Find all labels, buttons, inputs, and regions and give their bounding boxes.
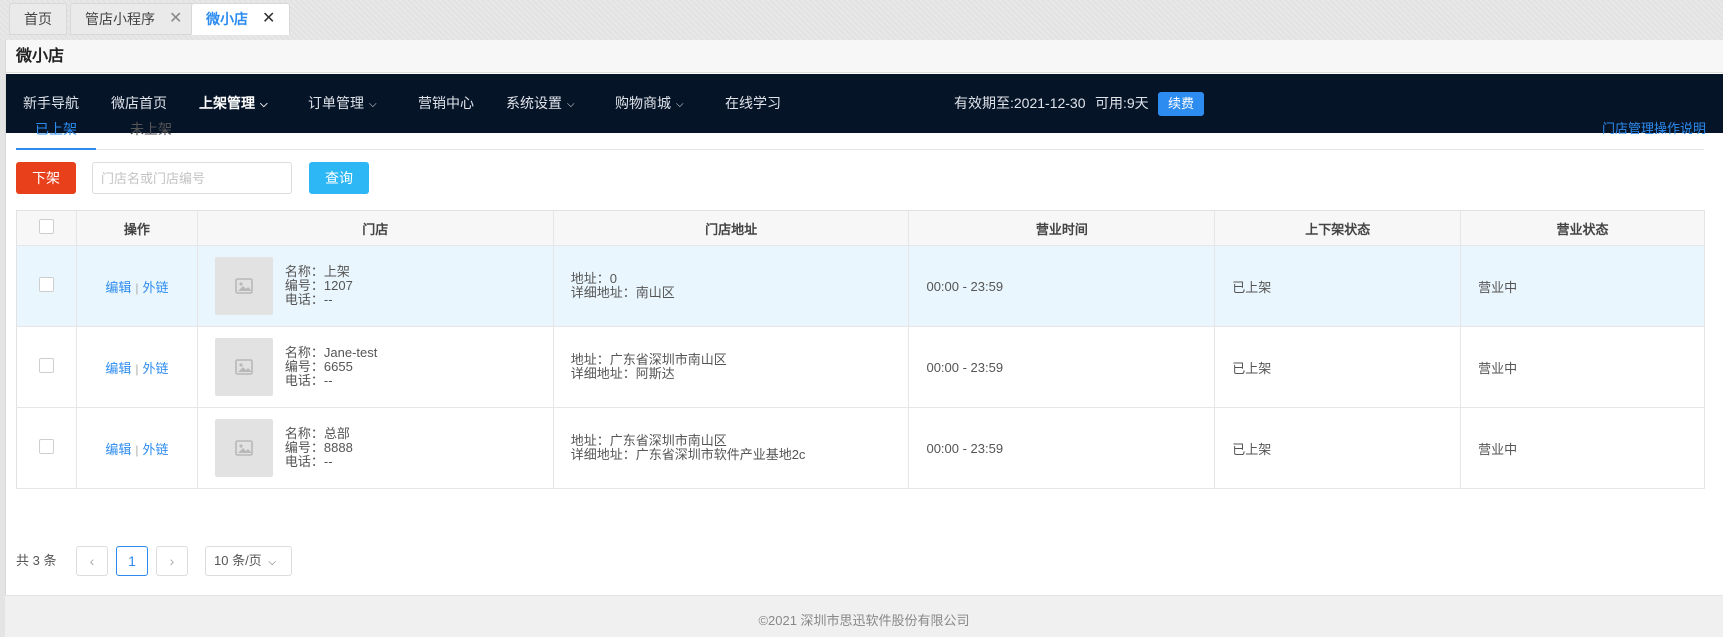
footer-copyright: ©2021 深圳市思迅软件股份有限公司	[5, 595, 1723, 637]
row-actions: 编辑 | 外链	[76, 245, 198, 327]
prev-page-button[interactable]: ‹	[76, 546, 108, 576]
col-store: 门店	[197, 210, 554, 246]
edit-link[interactable]: 编辑	[105, 361, 131, 376]
tab-label: 管店小程序	[85, 11, 155, 27]
external-link[interactable]: 外链	[142, 361, 168, 376]
page-title: 微小店	[6, 40, 1723, 73]
address-cell: 地址：广东省深圳市南山区 详细地址：广东省深圳市软件产业基地2c	[553, 407, 910, 489]
business-status: 营业中	[1460, 245, 1705, 327]
store-address: 地址：广东省深圳市南山区	[570, 352, 727, 367]
page-button-current[interactable]: 1	[116, 546, 148, 576]
store-detail-address: 详细地址：阿斯达	[570, 366, 675, 381]
store-address: 地址：0	[570, 271, 617, 286]
col-shelf-status: 上下架状态	[1214, 210, 1462, 246]
col-actions: 操作	[76, 210, 198, 246]
store-table: 操作 门店 门店地址 营业时间 上下架状态 营业状态 编辑|外链 名称：上架	[16, 210, 1705, 489]
col-business-status: 营业状态	[1460, 210, 1705, 246]
store-phone: 电话：--	[284, 454, 333, 469]
table-row[interactable]: 编辑 | 外链 名称：总部 编号：8888 电话：-- 地址：广东省深圳市南山区 详…	[16, 407, 1705, 489]
business-status: 营业中	[1460, 326, 1705, 408]
store-code: 编号：1207	[284, 278, 353, 293]
row-actions: 编辑 | 外链	[76, 326, 198, 408]
tab-store-miniprogram[interactable]: 管店小程序 ✕	[70, 3, 198, 35]
business-status: 营业中	[1460, 407, 1705, 489]
tab-micro-store[interactable]: 微小店 ✕	[191, 3, 291, 35]
store-detail-address: 详细地址：广东省深圳市软件产业基地2c	[570, 447, 806, 462]
tab-off-shelf[interactable]: 未上架	[111, 114, 191, 150]
shelf-status: 已上架	[1214, 245, 1462, 327]
shelf-status: 已上架	[1214, 407, 1462, 489]
store-address: 地址：广东省深圳市南山区	[570, 433, 727, 448]
store-name: 名称：总部	[284, 426, 350, 441]
row-checkbox[interactable]	[16, 326, 77, 408]
col-address: 门店地址	[553, 210, 910, 246]
select-all-checkbox[interactable]	[16, 210, 77, 246]
business-hours: 00:00 - 23:59	[908, 245, 1216, 327]
store-cell: 名称：Jane-test 编号：6655 电话：--	[197, 326, 554, 408]
shelf-subtabs: 已上架 未上架	[16, 114, 1704, 150]
close-icon[interactable]: ✕	[262, 11, 275, 27]
address-cell: 地址：广东省深圳市南山区 详细地址：阿斯达	[553, 326, 910, 408]
table-row[interactable]: 编辑 | 外链 名称：Jane-test 编号：6655 电话：-- 地址：广东省深…	[16, 326, 1705, 408]
edit-link[interactable]: 编辑	[105, 280, 131, 295]
tab-home[interactable]: 首页	[9, 3, 67, 35]
edit-link[interactable]: 编辑	[105, 442, 131, 457]
image-placeholder-icon	[214, 338, 273, 396]
help-link[interactable]: 门店管理操作说明	[1602, 118, 1706, 137]
query-button[interactable]: 查询	[309, 162, 369, 194]
off-shelf-button[interactable]: 下架	[16, 162, 76, 194]
shelf-status: 已上架	[1214, 326, 1462, 408]
store-cell: 名称：上架 编号：1207 电话：--	[197, 245, 554, 327]
tab-bar: 首页 管店小程序 ✕ 微小店 ✕	[0, 0, 1723, 40]
total-count: 共 3 条	[16, 553, 57, 568]
renew-button[interactable]: 续费	[1158, 92, 1205, 116]
tab-label: 微小店	[206, 11, 248, 27]
business-hours: 00:00 - 23:59	[908, 407, 1216, 489]
external-link[interactable]: 外链	[142, 442, 168, 457]
address-cell: 地址：0 详细地址：南山区	[553, 245, 910, 327]
col-hours: 营业时间	[908, 210, 1216, 246]
close-icon[interactable]: ✕	[169, 11, 182, 27]
store-name: 名称：上架	[284, 264, 350, 279]
image-placeholder-icon	[214, 257, 273, 315]
table-row[interactable]: 编辑 | 外链 名称：上架 编号：1207 电话：-- 地址：0 详细地址：南山区	[16, 245, 1705, 327]
page-size-value: 10 条/页	[214, 553, 262, 568]
row-checkbox[interactable]	[16, 407, 77, 489]
row-checkbox[interactable]	[16, 245, 77, 327]
chevron-down-icon: ⌵	[268, 557, 276, 568]
image-placeholder-icon	[214, 419, 273, 477]
store-detail-address: 详细地址：南山区	[570, 285, 675, 300]
external-link[interactable]: 外链	[142, 280, 168, 295]
store-code: 编号：6655	[284, 359, 353, 374]
store-phone: 电话：--	[284, 292, 333, 307]
row-actions: 编辑 | 外链	[76, 407, 198, 489]
store-code: 编号：8888	[284, 440, 353, 455]
table-header-row: 操作 门店 门店地址 营业时间 上下架状态 营业状态	[16, 210, 1705, 246]
business-hours: 00:00 - 23:59	[908, 326, 1216, 408]
store-name: 名称：Jane-test	[284, 345, 378, 360]
page-size-select[interactable]: 10 条/页 ⌵	[205, 546, 292, 576]
tab-label: 首页	[24, 11, 52, 27]
tab-on-shelf[interactable]: 已上架	[16, 114, 96, 150]
search-input[interactable]	[92, 162, 292, 194]
store-phone: 电话：--	[284, 373, 333, 388]
store-cell: 名称：总部 编号：8888 电话：--	[197, 407, 554, 489]
next-page-button[interactable]: ›	[156, 546, 188, 576]
